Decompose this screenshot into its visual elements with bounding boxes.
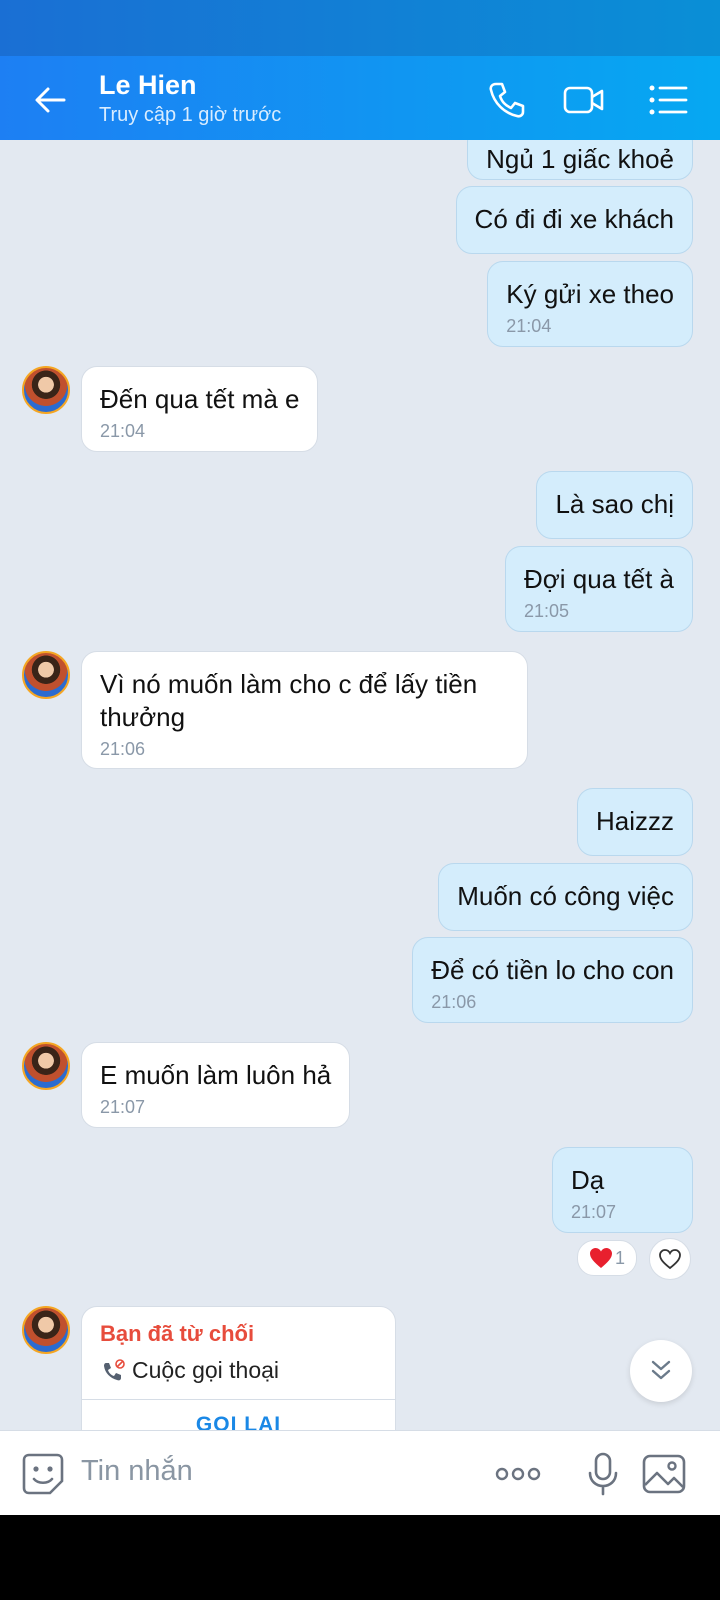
microphone-icon[interactable] (580, 1451, 626, 1497)
message-bubble-outgoing[interactable]: Ký gửi xe theo 21:04 (487, 261, 693, 347)
divider (82, 1399, 395, 1400)
message-text: Ngủ 1 giấc khoẻ (486, 144, 674, 174)
message-text: Đợi qua tết à (523, 564, 674, 594)
message-text: thưởng (100, 702, 186, 732)
message-text: Ký gửi xe theo (506, 279, 674, 309)
message-input[interactable]: Tin nhắn (81, 1455, 193, 1488)
message-text: Haizzz (595, 806, 674, 836)
call-type: Cuộc gọi thoại (132, 1357, 280, 1383)
contact-name[interactable]: Le Hien (99, 70, 197, 101)
phone-icon[interactable] (484, 78, 528, 122)
last-seen-status: Truy cập 1 giờ trước (99, 104, 282, 126)
message-bubble-outgoing[interactable]: Đợi qua tết à 21:05 (504, 546, 693, 632)
message-bubble-outgoing[interactable]: Haizzz (576, 788, 693, 856)
video-call-icon[interactable] (562, 78, 606, 122)
message-bubble-incoming[interactable]: Đến qua tết mà e 21:04 (81, 366, 319, 452)
avatar[interactable] (22, 1306, 70, 1354)
message-text: Là sao chị (555, 489, 674, 519)
call-type-row: Cuộc gọi thoại (100, 1357, 279, 1384)
message-bubble-outgoing[interactable]: Ngủ 1 giấc khoẻ (467, 140, 693, 180)
message-bubble-outgoing[interactable]: Dạ 21:07 (552, 1147, 693, 1233)
image-gallery-icon[interactable] (641, 1451, 687, 1497)
status-bar (0, 0, 720, 56)
message-text: Vì nó muốn làm cho c để lấy tiền (100, 669, 478, 699)
message-time: 21:05 (523, 601, 570, 621)
message-time: 21:06 (100, 739, 146, 759)
avatar[interactable] (22, 651, 70, 699)
message-bubble-incoming[interactable]: E muốn làm luôn hả 21:07 (81, 1042, 351, 1128)
sticker-icon[interactable] (20, 1451, 66, 1497)
message-text: Có đi đi xe khách (474, 204, 674, 234)
message-bubble-outgoing[interactable]: Muốn có công việc (438, 863, 693, 931)
heart-outline-icon (659, 1249, 681, 1270)
call-status: Bạn đã từ chối (100, 1321, 255, 1346)
message-time: 21:04 (100, 421, 146, 441)
avatar[interactable] (22, 366, 70, 414)
message-bubble-outgoing[interactable]: Có đi đi xe khách (455, 186, 693, 254)
double-chevron-down-icon (651, 1360, 671, 1380)
react-button[interactable] (649, 1238, 691, 1280)
call-card[interactable]: Bạn đã từ chối Cuộc gọi thoại GỌI LẠI (81, 1306, 396, 1446)
scroll-to-bottom-button[interactable] (630, 1340, 692, 1402)
back-arrow-icon[interactable] (30, 80, 70, 120)
message-time: 21:06 (431, 992, 477, 1012)
heart-icon (589, 1248, 612, 1268)
message-text: E muốn làm luôn hả (100, 1060, 332, 1090)
message-time: 21:07 (571, 1202, 617, 1222)
message-list[interactable]: Ngủ 1 giấc khoẻ Có đi đi xe khách Ký gửi… (0, 140, 720, 1430)
message-time: 21:07 (100, 1097, 146, 1117)
system-navigation-bar (0, 1515, 720, 1600)
message-text: Muốn có công việc (457, 881, 674, 911)
missed-call-icon (104, 1358, 125, 1380)
message-bubble-outgoing[interactable]: Là sao chị (536, 471, 693, 539)
message-text: Đến qua tết mà e (100, 384, 300, 414)
message-text: Dạ (571, 1165, 605, 1195)
message-bubble-outgoing[interactable]: Để có tiền lo cho con 21:06 (412, 937, 693, 1023)
more-options-icon[interactable] (494, 1451, 542, 1497)
reaction-summary[interactable]: 1 (577, 1240, 637, 1276)
message-input-bar: Tin nhắn (0, 1430, 720, 1516)
message-time: 21:04 (506, 316, 552, 336)
reaction-count: 1 (614, 1247, 625, 1268)
message-bubble-incoming[interactable]: Vì nó muốn làm cho c để lấy tiền thưởng … (81, 651, 528, 769)
message-text: Để có tiền lo cho con (431, 955, 674, 985)
avatar[interactable] (22, 1042, 70, 1090)
chat-header: Le Hien Truy cập 1 giờ trước (0, 56, 720, 140)
menu-list-icon[interactable] (646, 78, 690, 122)
